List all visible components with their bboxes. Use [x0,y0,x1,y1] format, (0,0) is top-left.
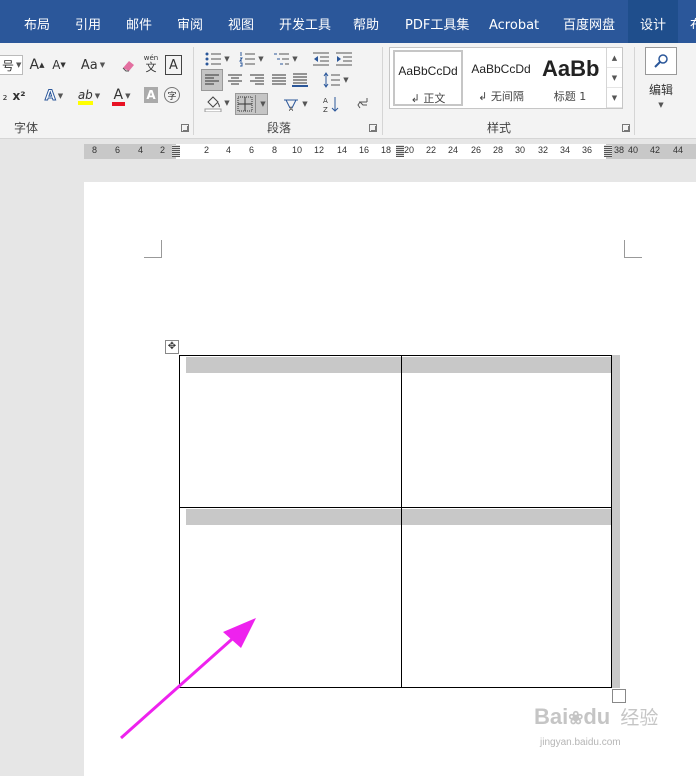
baidu-jingyan-watermark: Bai❀du 经验 jingyan.baidu.com [534,703,664,763]
watermark-logo: Bai❀du 经验 [534,703,658,730]
watermark-brand-2: du [583,704,611,729]
annotation-arrow-icon [120,618,256,740]
paw-icon: ❀ [568,708,584,728]
watermark-url: jingyan.baidu.com [540,737,621,748]
watermark-brand: Bai [534,704,569,729]
watermark-label: 经验 [620,708,659,729]
